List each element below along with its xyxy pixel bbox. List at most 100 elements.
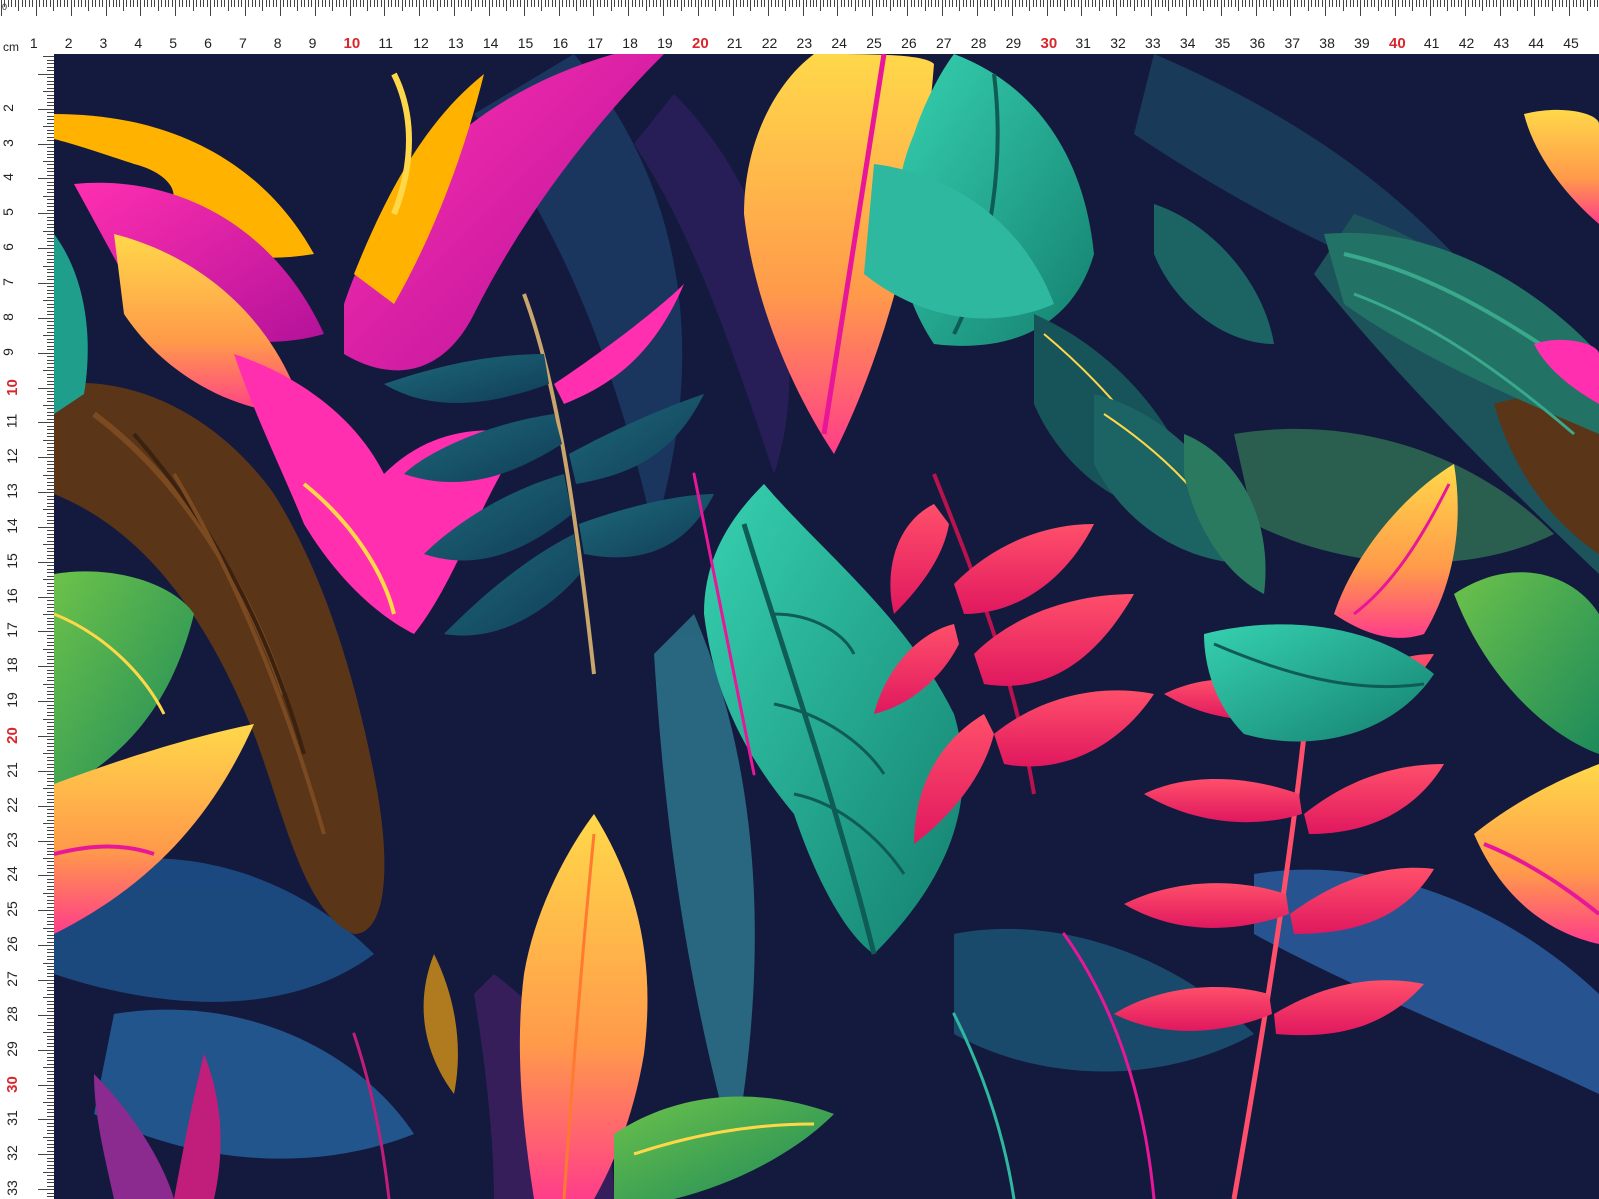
ruler-tick — [614, 0, 616, 7]
ruler-tick — [38, 596, 54, 598]
ruler-tick — [1151, 0, 1153, 16]
ruler-tick — [419, 0, 421, 16]
ruler-tick — [1426, 0, 1428, 7]
ruler-tick — [1130, 0, 1132, 7]
ruler-tick — [47, 133, 54, 135]
ruler-tick — [638, 0, 640, 7]
ruler-tick — [136, 0, 138, 7]
top-ruler-label: 31 — [1075, 35, 1091, 51]
ruler-tick — [47, 115, 54, 117]
ruler-tick — [47, 593, 54, 595]
ruler-tick — [582, 0, 584, 7]
ruler-tick — [262, 0, 264, 11]
ruler-tick — [38, 143, 54, 145]
left-ruler: 2 3 4 5 6 7 8 9 10 11 12 13 14 15 16 17 18 19 20 21 22 23 24 25… — [0, 54, 54, 1199]
top-ruler-label: 1 — [29, 35, 38, 51]
ruler-tick — [140, 0, 142, 16]
ruler-tick — [1593, 0, 1595, 7]
ruler-tick — [1555, 0, 1557, 7]
top-ruler-label: 20 — [692, 35, 709, 52]
ruler-tick — [1140, 0, 1142, 7]
ruler-tick — [1018, 0, 1020, 7]
ruler-tick — [408, 0, 410, 7]
ruler-tick — [415, 0, 417, 7]
ruler-tick — [43, 404, 54, 406]
ruler-tick — [1220, 0, 1222, 16]
ruler-tick — [1008, 0, 1010, 7]
ruler-tick — [579, 0, 581, 7]
ruler-tick — [1450, 0, 1452, 7]
ruler-tick — [35, 0, 37, 16]
ruler-tick — [576, 0, 578, 11]
ruler-tick — [38, 248, 54, 250]
ruler-tick — [1248, 0, 1250, 7]
ruler-tick — [251, 0, 253, 7]
ruler-tick — [1579, 0, 1581, 7]
ruler-tick — [224, 0, 226, 7]
ruler-tick — [328, 0, 330, 7]
ruler-tick — [1478, 0, 1480, 7]
ruler-tick — [1457, 0, 1459, 7]
ruler-tick — [21, 0, 23, 7]
ruler-tick — [1314, 0, 1316, 7]
ruler-tick — [47, 502, 54, 504]
ruler-tick — [481, 0, 483, 7]
ruler-tick — [38, 492, 54, 494]
ruler-tick — [1004, 0, 1006, 7]
ruler-tick — [47, 603, 54, 605]
ruler-tick — [185, 0, 187, 7]
ruler-tick — [370, 0, 372, 7]
ruler-tick — [39, 0, 41, 7]
ruler-tick — [47, 279, 54, 281]
ruler-tick — [1572, 0, 1574, 7]
ruler-tick — [572, 0, 574, 7]
ruler-tick — [1569, 0, 1571, 16]
ruler-tick — [47, 558, 54, 560]
ruler-tick — [1070, 0, 1072, 7]
ruler-tick — [450, 0, 452, 7]
ruler-tick — [1171, 0, 1173, 7]
ruler-tick — [157, 0, 159, 11]
ruler-tick — [47, 540, 54, 542]
top-ruler-label: 15 — [517, 35, 534, 51]
ruler-tick — [47, 429, 54, 431]
ruler-tick — [910, 0, 912, 7]
ruler-tick — [47, 655, 54, 657]
ruler-tick — [373, 0, 375, 7]
ruler-tick — [95, 0, 97, 7]
ruler-tick — [129, 0, 131, 7]
ruler-tick — [663, 0, 665, 16]
left-ruler-label: 23 — [3, 831, 20, 848]
ruler-tick — [461, 0, 463, 7]
ruler-tick — [47, 411, 54, 413]
top-ruler-label: 28 — [970, 35, 987, 51]
ruler-tick — [687, 0, 689, 7]
ruler-tick — [47, 136, 54, 138]
ruler-tick — [279, 0, 281, 16]
ruler-tick — [1304, 0, 1306, 7]
ruler-tick — [47, 589, 54, 591]
ruler-tick — [47, 495, 54, 497]
ruler-tick — [1234, 0, 1236, 7]
ruler-tick — [47, 624, 54, 626]
ruler-tick — [1510, 0, 1511, 7]
ruler-tick — [1332, 0, 1334, 7]
ruler-tick — [1506, 0, 1508, 7]
ruler-tick — [1161, 0, 1163, 7]
top-ruler-label: 34 — [1179, 35, 1196, 51]
ruler-tick — [1060, 0, 1062, 7]
ruler-tick — [47, 1112, 54, 1114]
left-ruler-label: 27 — [3, 971, 20, 987]
ruler-tick — [47, 122, 54, 124]
ruler-tick — [47, 1081, 54, 1082]
ruler-tick — [47, 77, 54, 79]
left-ruler-label: 5 — [0, 208, 16, 217]
ruler-tick — [43, 1101, 54, 1103]
ruler-tick — [47, 342, 54, 344]
ruler-tick — [1311, 0, 1313, 7]
ruler-tick — [18, 0, 20, 11]
ruler-tick — [47, 394, 54, 396]
ruler-tick — [952, 0, 954, 7]
ruler-tick — [47, 181, 54, 183]
top-ruler-label: 4 — [134, 35, 143, 51]
